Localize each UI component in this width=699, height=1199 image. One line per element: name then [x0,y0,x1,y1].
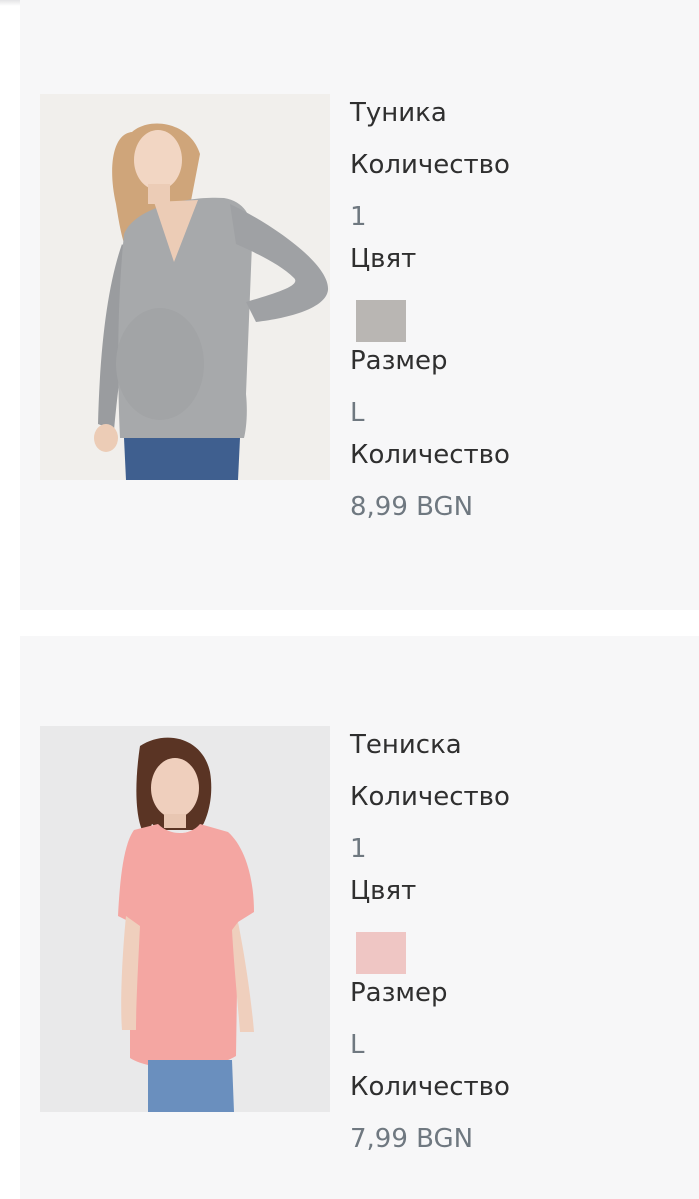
product-price: 8,99 BGN [350,492,474,522]
product-photo-tunic [40,94,330,480]
quantity-label: Количество [350,782,510,812]
color-label: Цвят [350,244,417,274]
price-label: Количество [350,1072,510,1102]
size-value: L [350,398,365,428]
product-photo-tshirt [40,726,330,1112]
size-label: Размер [350,346,448,376]
cart-item: Тениска Количество 1 Цвят Размер L Колич… [20,636,699,1199]
quantity-value: 1 [350,834,367,864]
product-price: 7,99 BGN [350,1124,474,1154]
color-swatch [356,300,406,342]
product-name[interactable]: Туника [350,96,447,130]
size-value: L [350,1030,365,1060]
cart-item: Туника Количество 1 Цвят Размер L Количе… [20,0,699,610]
color-label: Цвят [350,876,417,906]
product-image[interactable] [40,726,330,1112]
price-label: Количество [350,440,510,470]
color-swatch [356,932,406,974]
product-name[interactable]: Тениска [350,728,462,762]
size-label: Размер [350,978,448,1008]
quantity-label: Количество [350,150,510,180]
quantity-value: 1 [350,202,367,232]
product-image[interactable] [40,94,330,480]
